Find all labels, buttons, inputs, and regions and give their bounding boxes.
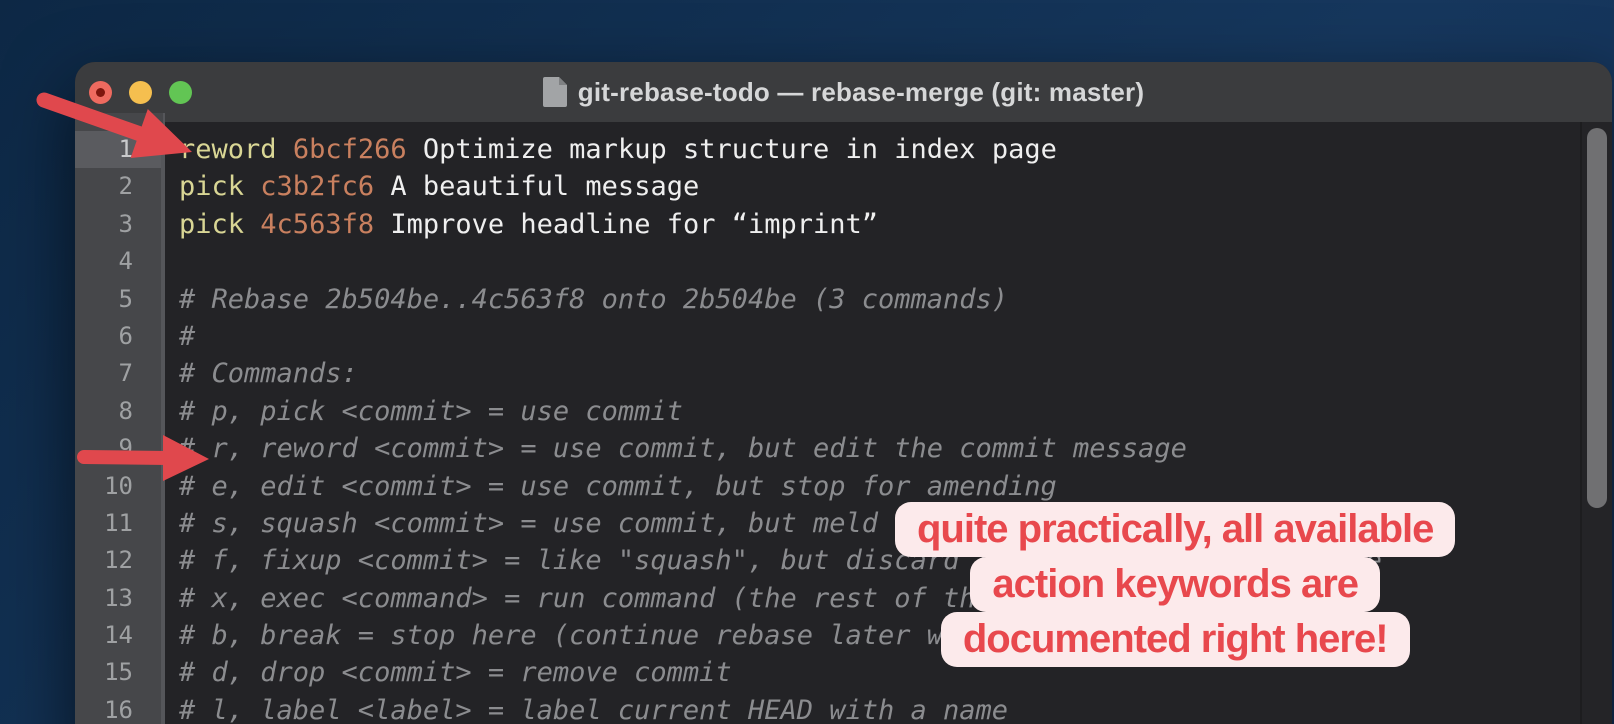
line-text: reword 6bcf266 Optimize markup structure…: [163, 131, 1057, 168]
line-number: 8: [75, 393, 163, 430]
commit-message: Optimize markup structure in index page: [423, 134, 1057, 165]
unsaved-changes-dot: [96, 88, 105, 97]
comment-text: # p, pick <commit> = use commit: [179, 396, 683, 427]
commit-hash: 4c563f8: [260, 209, 374, 240]
line-text: [163, 243, 179, 280]
line-text: # p, pick <commit> = use commit: [163, 393, 683, 430]
code-line[interactable]: 2pick c3b2fc6 A beautiful message: [75, 168, 1580, 205]
scrollbar-thumb[interactable]: [1587, 128, 1607, 508]
commit-message: Improve headline for “imprint”: [390, 209, 878, 240]
code-line[interactable]: 6#: [75, 318, 1580, 355]
annotation-line: documented right here!: [941, 612, 1410, 667]
line-number: 12: [75, 542, 163, 579]
line-number: 5: [75, 281, 163, 318]
commit-hash: 6bcf266: [293, 134, 407, 165]
code-line[interactable]: 10 # e, edit <commit> = use commit, but s…: [75, 468, 1580, 505]
line-text: # Rebase 2b504be..4c563f8 onto 2b504be (…: [163, 281, 1008, 318]
line-number: 16: [75, 692, 163, 724]
line-number: 7: [75, 355, 163, 392]
code-line[interactable]: 4: [75, 243, 1580, 280]
code-line[interactable]: 1reword 6bcf266 Optimize markup structur…: [75, 131, 1580, 168]
line-number: 10: [75, 468, 163, 505]
line-text: pick c3b2fc6 A beautiful message: [163, 168, 699, 205]
comment-text: # Commands:: [179, 358, 358, 389]
code-line[interactable]: 8 # p, pick <commit> = use commit: [75, 393, 1580, 430]
line-text: # e, edit <commit> = use commit, but sto…: [163, 468, 1057, 505]
commit-hash: c3b2fc6: [260, 171, 374, 202]
annotation-callout: quite practically, all available action …: [895, 502, 1455, 667]
code-line[interactable]: 16 # l, label <label> = label current HEA…: [75, 692, 1580, 724]
code-line[interactable]: 5 # Rebase 2b504be..4c563f8 onto 2b504be …: [75, 281, 1580, 318]
line-number: 4: [75, 243, 163, 280]
titlebar[interactable]: git-rebase-todo — rebase-merge (git: mas…: [75, 62, 1612, 122]
minimize-button[interactable]: [129, 81, 152, 104]
comment-text: # e, edit <commit> = use commit, but sto…: [179, 471, 1057, 502]
line-number: 15: [75, 654, 163, 691]
comment-text: # Rebase 2b504be..4c563f8 onto 2b504be (…: [179, 284, 1008, 315]
scrollbar-track[interactable]: [1580, 122, 1612, 724]
line-number: 3: [75, 206, 163, 243]
line-number: 14: [75, 617, 163, 654]
line-number: 13: [75, 580, 163, 617]
comment-text: #: [179, 321, 195, 352]
document-icon: [543, 77, 567, 107]
line-number: 2: [75, 168, 163, 205]
annotation-line: quite practically, all available: [895, 502, 1455, 557]
line-number: 11: [75, 505, 163, 542]
comment-text: # l, label <label> = label current HEAD …: [179, 695, 1008, 724]
close-button[interactable]: [89, 81, 112, 104]
line-number: 1: [75, 131, 163, 168]
rebase-action-keyword: pick: [179, 209, 244, 240]
line-text: #: [163, 318, 195, 355]
commit-message: A beautiful message: [390, 171, 699, 202]
titlebar-title-group: git-rebase-todo — rebase-merge (git: mas…: [543, 77, 1144, 108]
code-line[interactable]: 3pick 4c563f8 Improve headline for “impr…: [75, 206, 1580, 243]
rebase-action-keyword: pick: [179, 171, 244, 202]
code-line[interactable]: 7 # Commands:: [75, 355, 1580, 392]
line-text: pick 4c563f8 Improve headline for “impri…: [163, 206, 878, 243]
desktop-background: git-rebase-todo — rebase-merge (git: mas…: [0, 0, 1614, 724]
annotation-line: action keywords are: [970, 557, 1380, 612]
maximize-button[interactable]: [169, 81, 192, 104]
line-number: 9: [75, 430, 163, 467]
line-text: # Commands:: [163, 355, 358, 392]
rebase-action-keyword: reword: [179, 134, 277, 165]
comment-text: # r, reword <commit> = use commit, but e…: [179, 433, 1187, 464]
line-text: # d, drop <commit> = remove commit: [163, 654, 732, 691]
code-line[interactable]: 9 # r, reword <commit> = use commit, but …: [75, 430, 1580, 467]
comment-text: # d, drop <commit> = remove commit: [179, 657, 732, 688]
line-text: # r, reword <commit> = use commit, but e…: [163, 430, 1187, 467]
line-number: 6: [75, 318, 163, 355]
window-title: git-rebase-todo — rebase-merge (git: mas…: [578, 77, 1144, 108]
line-text: # l, label <label> = label current HEAD …: [163, 692, 1008, 724]
